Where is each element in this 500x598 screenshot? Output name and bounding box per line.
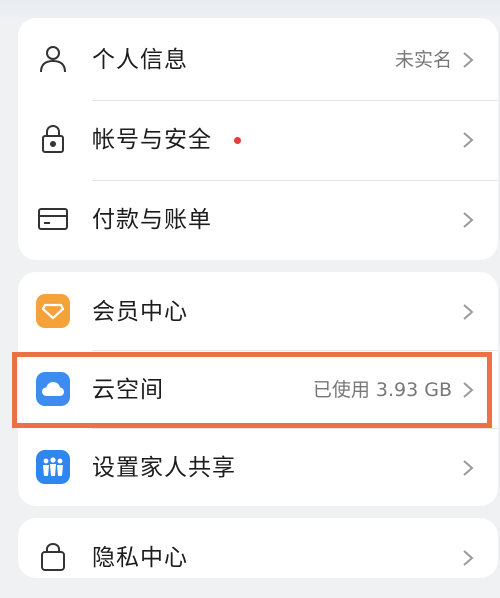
- family-icon-wrap: [36, 450, 70, 484]
- privacy-icon: [36, 540, 70, 574]
- chevron-right-icon: [463, 382, 474, 398]
- row-label: 付款与账单: [92, 207, 212, 233]
- top-fade: [0, 0, 500, 20]
- verification-status: 未实名: [394, 49, 452, 71]
- row-label: 会员中心: [92, 299, 188, 325]
- notification-dot: [234, 137, 241, 144]
- chevron-right-icon: [463, 132, 474, 148]
- diamond-icon: [36, 294, 70, 328]
- person-icon: [36, 42, 70, 76]
- row-member-center[interactable]: 会员中心: [18, 272, 498, 352]
- row-personal-info[interactable]: 个人信息 未实名: [18, 20, 498, 100]
- row-label: 帐号与安全: [92, 127, 212, 153]
- chevron-right-icon: [463, 550, 474, 566]
- chevron-right-icon: [463, 52, 474, 68]
- row-privacy-center[interactable]: 隐私中心: [18, 518, 498, 598]
- chevron-right-icon: [463, 304, 474, 320]
- lock-icon: [36, 122, 70, 156]
- row-account-security[interactable]: 帐号与安全: [18, 100, 498, 180]
- storage-used: 已使用 3.93 GB: [312, 379, 452, 401]
- row-label: 设置家人共享: [92, 455, 236, 481]
- account-card: 个人信息 未实名 帐号与安全 付款与账单: [18, 18, 498, 260]
- row-label: 云空间: [92, 377, 164, 403]
- family-share-icon: [36, 450, 70, 484]
- row-payments-billing[interactable]: 付款与账单: [18, 180, 498, 260]
- chevron-right-icon: [463, 212, 474, 228]
- cloud-icon: [36, 372, 70, 406]
- member-icon-wrap: [36, 294, 70, 328]
- row-cloud-space[interactable]: 云空间 已使用 3.93 GB: [18, 350, 498, 430]
- services-card: 会员中心 云空间 已使用 3.93 GB 设置家人共享: [18, 272, 498, 506]
- row-label: 个人信息: [92, 47, 188, 73]
- row-family-sharing[interactable]: 设置家人共享: [18, 428, 498, 508]
- privacy-card: 隐私中心: [18, 518, 498, 578]
- card-icon: [36, 202, 70, 236]
- chevron-right-icon: [463, 460, 474, 476]
- row-label: 隐私中心: [92, 545, 188, 571]
- cloud-icon-wrap: [36, 372, 70, 406]
